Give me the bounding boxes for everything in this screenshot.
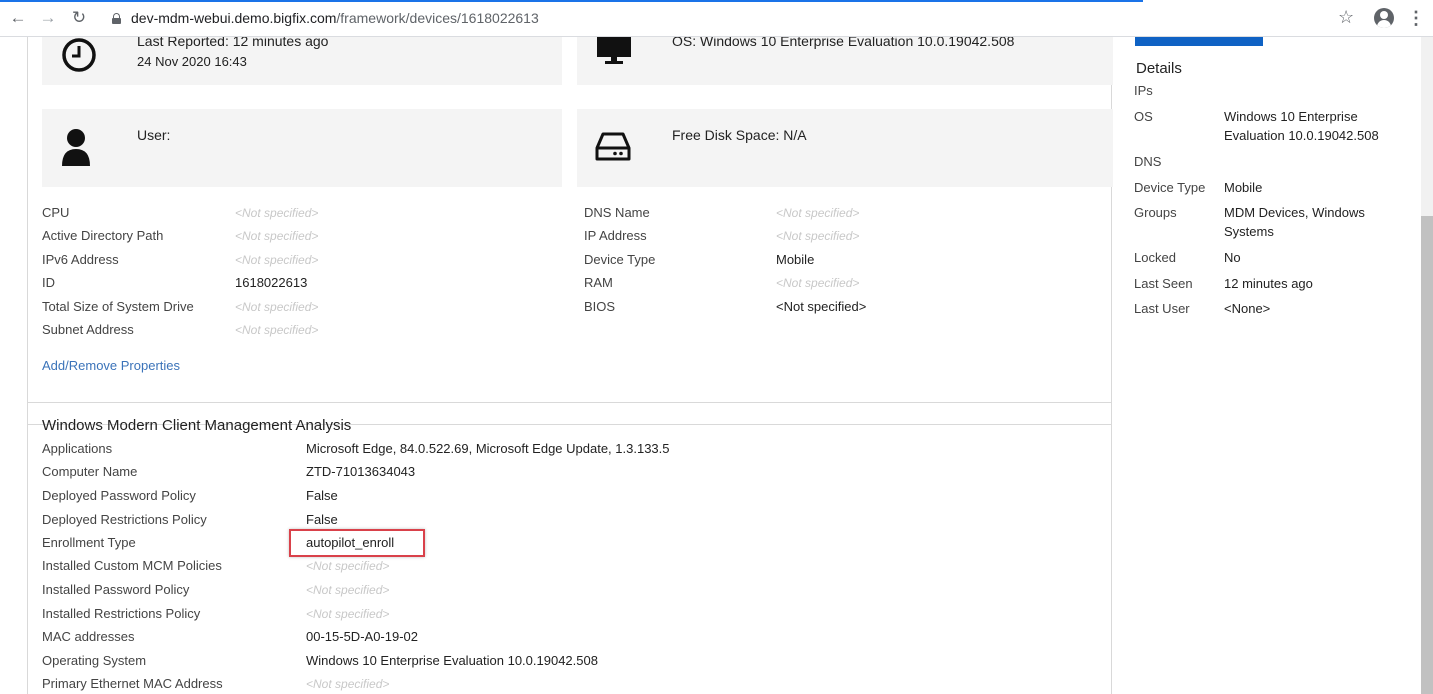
- forward-icon[interactable]: →: [38, 8, 58, 28]
- analysis-label-installed-restrictions-policy: Installed Restrictions Policy: [42, 606, 201, 621]
- analysis-value-applications: Microsoft Edge, 84.0.522.69, Microsoft E…: [306, 441, 670, 456]
- prop-value-bios: <Not specified>: [776, 299, 867, 314]
- profile-avatar-icon[interactable]: [1374, 8, 1394, 28]
- analysis-label-primary-ethernet-mac: Primary Ethernet MAC Address: [42, 676, 223, 691]
- browser-menu-icon[interactable]: ⋮: [1407, 8, 1425, 28]
- prop-label-cpu: CPU: [42, 205, 70, 220]
- clock-icon: [62, 38, 96, 72]
- analysis-label-operating-system: Operating System: [42, 653, 147, 668]
- prop-value-device-type: Mobile: [776, 252, 815, 267]
- bookmark-star-icon[interactable]: ☆: [1338, 7, 1354, 28]
- prop-label-total-size-system-drive: Total Size of System Drive: [42, 299, 194, 314]
- page-load-progress: [0, 0, 1143, 2]
- tile-last-reported: Last Reported: 12 minutes ago 24 Nov 202…: [42, 37, 562, 85]
- analysis-value-primary-ethernet-mac: <Not specified>: [306, 677, 390, 691]
- analysis-value-mac-addresses: 00-15-5D-A0-19-02: [306, 629, 419, 644]
- details-value-locked: No: [1224, 250, 1241, 265]
- details-label-last-user: Last User: [1134, 301, 1190, 316]
- details-value-groups: MDM Devices, Windows Systems: [1224, 205, 1365, 239]
- monitor-icon: [597, 37, 631, 64]
- free-disk-label: Free Disk Space: N/A: [672, 127, 807, 143]
- analysis-label-applications: Applications: [42, 441, 113, 456]
- analysis-label-enrollment-type: Enrollment Type: [42, 535, 136, 550]
- prop-label-ip-address: IP Address: [584, 228, 647, 243]
- prop-value-cpu: <Not specified>: [235, 206, 319, 220]
- analysis-value-installed-password-policy: <Not specified>: [306, 583, 390, 597]
- back-icon[interactable]: ←: [8, 8, 28, 28]
- device-properties-panel: Last Reported: 12 minutes ago 24 Nov 202…: [27, 37, 1113, 425]
- analysis-label-installed-custom-mcm-policies: Installed Custom MCM Policies: [42, 558, 222, 573]
- browser-toolbar: ← → ↻ dev-mdm-webui.demo.bigfix.com/fram…: [0, 0, 1433, 37]
- details-label-os: OS: [1134, 109, 1153, 124]
- analysis-value-installed-restrictions-policy: <Not specified>: [306, 607, 390, 621]
- prop-value-total-size-system-drive: <Not specified>: [235, 300, 319, 314]
- lock-icon[interactable]: [112, 13, 121, 24]
- prop-value-dns-name: <Not specified>: [776, 206, 860, 220]
- analysis-value-operating-system: Windows 10 Enterprise Evaluation 10.0.19…: [306, 653, 598, 668]
- details-label-device-type: Device Type: [1134, 180, 1206, 195]
- analysis-panel: Windows Modern Client Management Analysi…: [27, 402, 1112, 694]
- add-remove-properties-link[interactable]: Add/Remove Properties: [42, 358, 180, 373]
- prop-label-active-directory-path: Active Directory Path: [42, 228, 164, 243]
- analysis-value-computer-name: ZTD-71013634043: [306, 464, 416, 479]
- prop-label-subnet-address: Subnet Address: [42, 322, 134, 337]
- last-reported-date: 24 Nov 2020 16:43: [137, 54, 247, 69]
- analysis-value-deployed-password-policy: False: [306, 488, 338, 503]
- analysis-label-deployed-restrictions-policy: Deployed Restrictions Policy: [42, 512, 207, 527]
- prop-label-device-type: Device Type: [584, 252, 656, 267]
- prop-value-ip-address: <Not specified>: [776, 229, 860, 243]
- prop-label-id: ID: [42, 275, 55, 290]
- details-value-last-user: <None>: [1224, 301, 1271, 316]
- tile-os: OS: Windows 10 Enterprise Evaluation 10.…: [577, 37, 1113, 85]
- analysis-title: Windows Modern Client Management Analysi…: [42, 417, 352, 434]
- analysis-value-installed-custom-mcm-policies: <Not specified>: [306, 559, 390, 573]
- analysis-label-deployed-password-policy: Deployed Password Policy: [42, 488, 196, 503]
- details-label-locked: Locked: [1134, 250, 1176, 265]
- details-label-groups: Groups: [1134, 205, 1177, 220]
- user-label: User:: [137, 127, 171, 143]
- last-reported-label: Last Reported: 12 minutes ago: [137, 37, 329, 49]
- analysis-label-installed-password-policy: Installed Password Policy: [42, 582, 190, 597]
- prop-value-id: 1618022613: [235, 275, 308, 290]
- analysis-label-computer-name: Computer Name: [42, 464, 138, 479]
- details-value-last-seen: 12 minutes ago: [1224, 276, 1313, 291]
- prop-value-ipv6-address: <Not specified>: [235, 253, 319, 267]
- details-heading: Details: [1136, 60, 1182, 77]
- user-icon: [62, 129, 90, 166]
- tile-user: User:: [42, 109, 562, 187]
- details-label-ips: IPs: [1134, 83, 1153, 98]
- primary-action-button[interactable]: [1135, 37, 1263, 46]
- details-value-os: Windows 10 Enterprise Evaluation 10.0.19…: [1224, 109, 1379, 143]
- details-label-last-seen: Last Seen: [1134, 276, 1193, 291]
- prop-value-ram: <Not specified>: [776, 276, 860, 290]
- address-bar[interactable]: dev-mdm-webui.demo.bigfix.com/framework/…: [131, 10, 539, 26]
- prop-label-bios: BIOS: [584, 299, 616, 314]
- prop-label-dns-name: DNS Name: [584, 205, 650, 220]
- scrollbar-thumb[interactable]: [1421, 216, 1433, 694]
- url-path: /framework/devices/1618022613: [336, 10, 539, 26]
- enrollment-type-highlight: [289, 529, 425, 557]
- details-label-dns: DNS: [1134, 154, 1162, 169]
- analysis-label-mac-addresses: MAC addresses: [42, 629, 135, 644]
- prop-label-ipv6-address: IPv6 Address: [42, 252, 119, 267]
- prop-label-ram: RAM: [584, 275, 613, 290]
- reload-icon[interactable]: ↻: [69, 8, 89, 28]
- hard-drive-icon: [595, 132, 631, 161]
- details-value-device-type: Mobile: [1224, 180, 1263, 195]
- page-content: Last Reported: 12 minutes ago 24 Nov 202…: [0, 37, 1433, 694]
- url-host: dev-mdm-webui.demo.bigfix.com: [131, 10, 337, 26]
- analysis-value-deployed-restrictions-policy: False: [306, 512, 338, 527]
- prop-value-subnet-address: <Not specified>: [235, 323, 319, 337]
- os-label: OS: Windows 10 Enterprise Evaluation 10.…: [672, 37, 1015, 49]
- prop-value-active-directory-path: <Not specified>: [235, 229, 319, 243]
- tile-free-disk: Free Disk Space: N/A: [577, 109, 1113, 187]
